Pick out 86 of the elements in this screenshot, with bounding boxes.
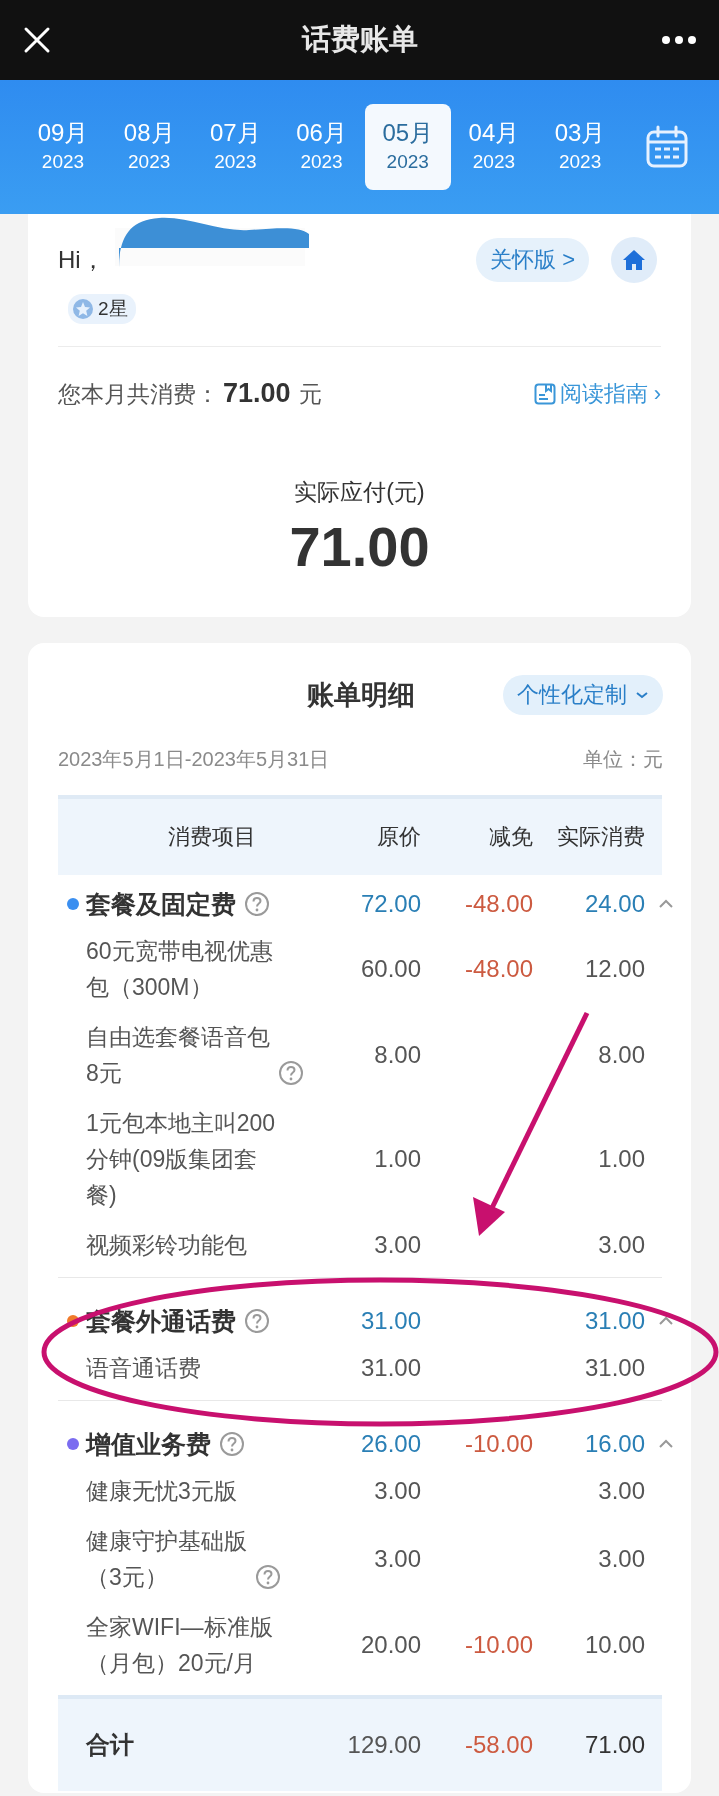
help-icon[interactable]	[278, 1060, 304, 1086]
table-cell-text: 10.00	[583, 1631, 645, 1659]
item-name: 餐)	[86, 1181, 117, 1210]
item-name: （3元）	[86, 1563, 168, 1592]
item-name: 全家WIFI—标准版	[86, 1613, 273, 1642]
item-name: 分钟(09版集团套	[86, 1145, 258, 1174]
month-tab[interactable]: 09月 2023	[20, 104, 106, 190]
spend-label: 您本月共消费：	[58, 380, 219, 409]
column-header: 消费项目	[167, 823, 257, 851]
table-cell-text: -58.00	[463, 1731, 533, 1759]
payable-amount: 71.00	[288, 514, 431, 579]
item-name: 健康守护基础版	[86, 1527, 247, 1556]
greeting-text: Hi，	[58, 245, 105, 275]
help-icon[interactable]	[244, 891, 270, 917]
table-cell-text: 72.00	[359, 890, 421, 918]
table-cell-text: 31.00	[359, 1354, 421, 1382]
table-cell-text: -10.00	[463, 1430, 533, 1458]
chevron-up-icon[interactable]	[658, 1439, 674, 1449]
item-name: 1元包本地主叫200	[86, 1109, 276, 1138]
table-cell-text: -48.00	[463, 955, 533, 983]
chevron-down-icon	[635, 691, 649, 699]
item-name: 健康无忧3元版	[86, 1477, 237, 1506]
document-icon	[533, 383, 556, 405]
table-cell-text: 3.00	[597, 1477, 645, 1505]
table-cell-text: -10.00	[463, 1631, 533, 1659]
table-cell-text: 31.00	[583, 1307, 645, 1335]
spend-amount: 71.00	[223, 378, 291, 409]
category-name: 套餐及固定费	[86, 888, 236, 920]
item-name: 8元	[86, 1059, 122, 1088]
table-cell-text: 24.00	[583, 890, 645, 918]
chevron-up-icon[interactable]	[658, 1316, 674, 1326]
table-cell-text: 71.00	[583, 1731, 645, 1759]
close-icon[interactable]	[22, 25, 52, 55]
chevron-up-icon[interactable]	[658, 899, 674, 909]
care-mode-button[interactable]: 关怀版 >	[476, 238, 589, 282]
table-cell-text: 60.00	[359, 955, 421, 983]
table-cell-text: 12.00	[583, 955, 645, 983]
table-cell-text: 26.00	[359, 1430, 421, 1458]
help-icon[interactable]	[219, 1431, 245, 1457]
table-cell-text: 1.00	[373, 1145, 421, 1173]
customize-button[interactable]: 个性化定制	[503, 675, 663, 715]
table-cell-text: 31.00	[359, 1307, 421, 1335]
table-cell-text: 31.00	[583, 1354, 645, 1382]
month-tab[interactable]: 08月 2023	[106, 104, 193, 190]
calendar-icon[interactable]	[645, 125, 690, 169]
month-tab[interactable]: 05月 2023	[364, 104, 451, 190]
billing-period: 2023年5月1日-2023年5月31日	[58, 746, 330, 772]
more-icon[interactable]	[661, 35, 697, 45]
table-cell-text: 8.00	[597, 1041, 645, 1069]
currency-unit: 元	[298, 380, 322, 409]
total-label: 合计	[86, 1730, 135, 1760]
help-icon[interactable]	[244, 1308, 270, 1334]
item-name: 语音通话费	[86, 1354, 201, 1383]
guide-link[interactable]: 阅读指南 ›	[559, 379, 661, 409]
level-text: 2星	[98, 297, 128, 321]
month-tab[interactable]: 04月 2023	[450, 104, 537, 190]
table-cell-text: 1.00	[597, 1145, 645, 1173]
month-tab[interactable]: 06月 2023	[278, 104, 365, 190]
column-header: 减免	[488, 823, 533, 851]
table-cell-text: 20.00	[359, 1631, 421, 1659]
month-tab[interactable]: 03月 2023	[537, 104, 624, 190]
item-name: 包（300M）	[86, 973, 213, 1002]
unit-label: 单位：元	[583, 746, 663, 772]
help-icon[interactable]	[255, 1564, 281, 1590]
table-cell-text: 129.00	[346, 1731, 421, 1759]
table-cell-text: 3.00	[373, 1477, 421, 1505]
table-cell-text: 8.00	[373, 1041, 421, 1069]
category-name: 增值业务费	[86, 1428, 211, 1460]
table-cell-text: 3.00	[597, 1545, 645, 1573]
table-cell-text: -48.00	[463, 890, 533, 918]
home-icon	[622, 249, 646, 271]
item-name: 自由选套餐语音包	[86, 1023, 270, 1052]
column-header: 原价	[376, 823, 421, 851]
month-tab[interactable]: 07月 2023	[192, 104, 279, 190]
table-cell-text: 3.00	[373, 1545, 421, 1573]
table-cell-text: 16.00	[583, 1430, 645, 1458]
table-cell-text: 3.00	[373, 1231, 421, 1259]
home-button[interactable]	[611, 237, 657, 283]
column-header: 实际消费	[556, 823, 645, 851]
section-title: 账单明细	[305, 679, 416, 712]
payable-label: 实际应付(元)	[293, 478, 426, 507]
item-name: （月包）20元/月	[86, 1649, 256, 1678]
window-title: 话费账单	[300, 22, 419, 57]
item-name: 60元宽带电视优惠	[86, 937, 273, 966]
table-cell-text: 3.00	[597, 1231, 645, 1259]
item-name: 视频彩铃功能包	[86, 1231, 247, 1260]
